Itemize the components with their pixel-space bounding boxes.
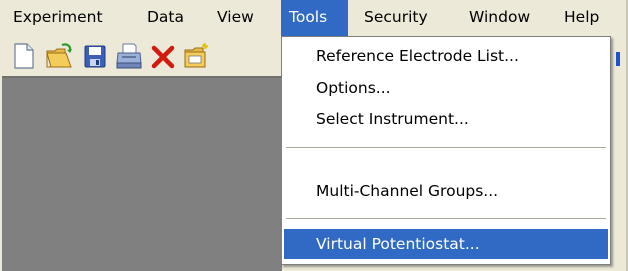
save-icon[interactable] — [80, 41, 110, 71]
menu-help[interactable]: Help — [556, 0, 607, 36]
menu-item-options[interactable]: Options... — [284, 73, 608, 103]
menu-separator — [286, 147, 606, 149]
new-document-icon[interactable] — [8, 41, 38, 71]
menu-tools[interactable]: Tools — [281, 0, 348, 36]
menu-item-multi-channel-groups[interactable]: Multi-Channel Groups... — [284, 176, 608, 206]
open-folder-icon[interactable] — [44, 41, 74, 71]
print-icon[interactable] — [114, 41, 144, 71]
menu-bar: Experiment Data View Tools Security Wind… — [0, 0, 626, 36]
menu-item-virtual-potentiostat[interactable]: Virtual Potentiostat... — [284, 229, 608, 259]
workspace-area — [2, 76, 282, 271]
menu-experiment[interactable]: Experiment — [5, 0, 111, 36]
toolbar-overflow-handle[interactable] — [616, 52, 620, 66]
menu-data[interactable]: Data — [139, 0, 192, 36]
tools-dropdown-menu: Reference Electrode List... Options... S… — [281, 36, 611, 265]
menu-view[interactable]: View — [209, 0, 262, 36]
menu-item-select-instrument[interactable]: Select Instrument... — [284, 104, 608, 134]
menu-window[interactable]: Window — [461, 0, 538, 36]
new-folder-icon[interactable] — [181, 41, 211, 71]
application-window: Experiment Data View Tools Security Wind… — [0, 0, 628, 271]
menu-item-reference-electrode-list[interactable]: Reference Electrode List... — [284, 41, 608, 71]
delete-icon[interactable] — [148, 41, 178, 71]
menu-security[interactable]: Security — [356, 0, 436, 36]
menu-separator — [286, 218, 606, 220]
